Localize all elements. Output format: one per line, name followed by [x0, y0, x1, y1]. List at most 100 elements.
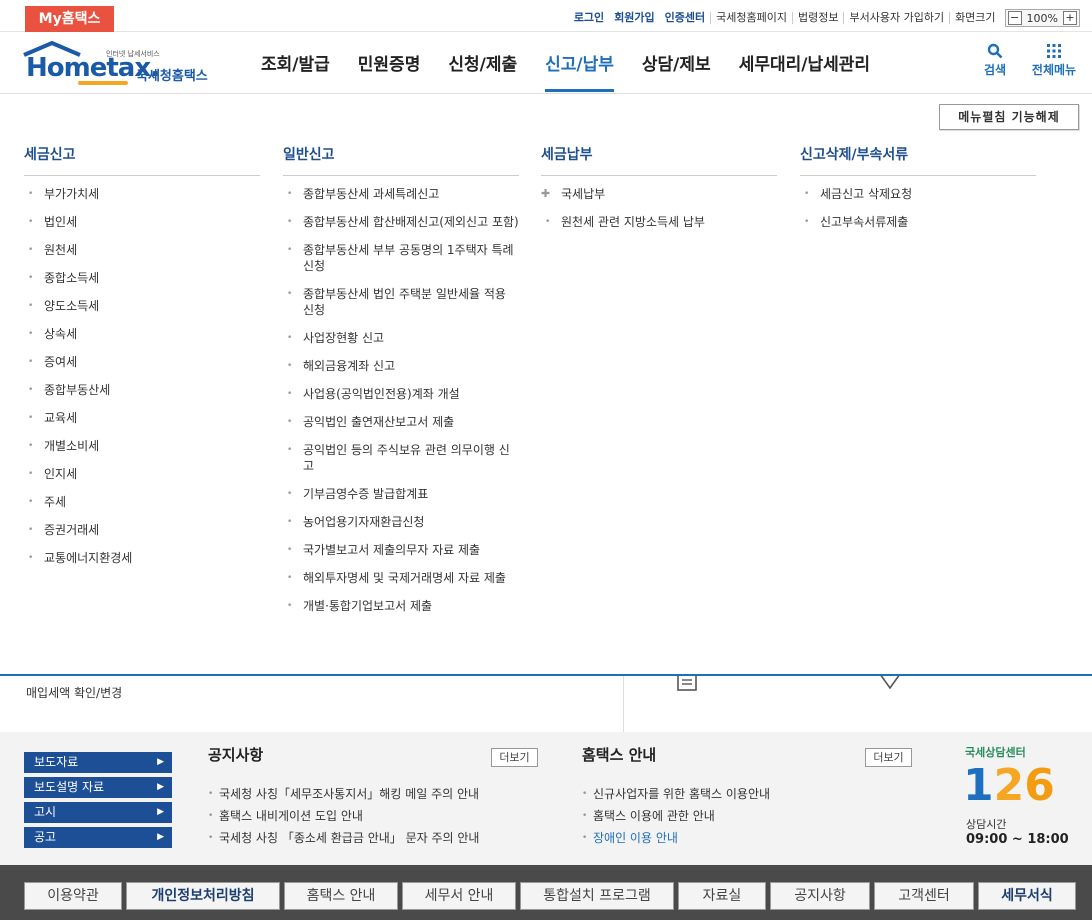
menu-item-stamp-tax[interactable]: 인지세: [24, 466, 260, 482]
logo-korean-name: 국세청홈택스: [136, 69, 208, 84]
utility-links: 로그인 회원가입 인증센터 국세청홈페이지 법령정보 부서사용자 가입하기 화면…: [569, 8, 1080, 28]
menu-item-corporate-tax[interactable]: 법인세: [24, 214, 260, 230]
number-digit-6: 6: [1024, 760, 1055, 811]
menu-item-income-tax[interactable]: 종합소득세: [24, 270, 260, 286]
arrow-right-icon: ▶: [157, 782, 164, 792]
utility-bar: My홈택스 로그인 회원가입 인증센터 국세청홈페이지 법령정보 부서사용자 가…: [0, 0, 1092, 32]
footer-library-button[interactable]: 자료실: [678, 882, 766, 910]
footer-hometax-guide-button[interactable]: 홈택스 안내: [284, 882, 398, 910]
consult-hours: 09:00 ~ 18:00: [966, 832, 1069, 847]
menu-col-title[interactable]: 일반신고: [283, 144, 519, 176]
diamond-icon: [879, 674, 901, 690]
menu-item-general[interactable]: 종합부동산세 과세특례신고: [283, 186, 519, 202]
footer-tax-office-button[interactable]: 세무서 안내: [402, 882, 516, 910]
menu-item-general[interactable]: 해외투자명세 및 국제거래명세 자료 제출: [283, 570, 519, 586]
notice-item[interactable]: 국세청 사칭「세무조사통지서」해킹 메일 주의 안내: [208, 783, 538, 805]
zoom-value: 100%: [1026, 11, 1058, 25]
menu-item-liquor-tax[interactable]: 주세: [24, 494, 260, 510]
menu-item-general[interactable]: 종합부동산세 부부 공동명의 1주택자 특례 신청: [283, 242, 519, 274]
footer-customer-center-button[interactable]: 고객센터: [874, 882, 974, 910]
menu-item-gift-tax[interactable]: 증여세: [24, 354, 260, 370]
nav-application[interactable]: 신청/제출: [434, 33, 531, 94]
zoom-control: − 100% +: [1004, 9, 1080, 27]
footer-privacy-button[interactable]: 개인정보처리방침: [126, 882, 280, 910]
screen-size-label: 화면크기: [949, 12, 1000, 24]
nav-tax-agent[interactable]: 세무대리/납세관리: [725, 33, 884, 94]
menu-item-general[interactable]: 종합부동산세 합산배제신고(제외신고 포함): [283, 214, 519, 230]
menu-col-tax-filing: 세금신고 부가가치세 법인세 원천세 종합소득세 양도소득세 상속세 증여세 종…: [24, 144, 260, 578]
menu-item-energy-tax[interactable]: 교통에너지환경세: [24, 550, 260, 566]
menu-fold-toggle-button[interactable]: 메뉴펼침 기능해제: [939, 104, 1079, 130]
menu-item-general[interactable]: 농어업용기자재환급신청: [283, 514, 519, 530]
guide-item[interactable]: 신규사업자를 위한 홈택스 이용안내: [582, 783, 912, 805]
all-menu-tool[interactable]: 전체메뉴: [1024, 41, 1084, 78]
menu-col-title[interactable]: 세금납부: [541, 144, 777, 176]
menu-item-general[interactable]: 개별·통합기업보고서 제출: [283, 598, 519, 614]
press-explanation-label: 보도설명 자료: [34, 780, 105, 794]
menu-item-general[interactable]: 해외금융계좌 신고: [283, 358, 519, 374]
footer-notices-button[interactable]: 공지사항: [770, 882, 870, 910]
menu-item-excise-tax[interactable]: 개별소비세: [24, 438, 260, 454]
signup-link[interactable]: 회원가입: [609, 12, 659, 24]
notification-button[interactable]: 고시 ▶: [24, 802, 172, 823]
hometax-logo[interactable]: Hometax. 인터넷 납세서비스 국세청홈택스: [22, 39, 232, 87]
logo-subtitle: 인터넷 납세서비스: [106, 50, 160, 58]
menu-col-deletion-attachments: 신고삭제/부속서류 세금신고 삭제요청 신고부속서류제출: [800, 144, 1036, 242]
menu-item-attachment-submission[interactable]: 신고부속서류제출: [800, 214, 1036, 230]
menu-item-securities-tax[interactable]: 증권거래세: [24, 522, 260, 538]
search-tool[interactable]: 검색: [978, 41, 1012, 78]
zoom-out-button[interactable]: −: [1007, 11, 1022, 25]
dept-user-signup-link[interactable]: 부서사용자 가입하기: [843, 12, 949, 24]
menu-col-title[interactable]: 신고삭제/부속서류: [800, 144, 1036, 176]
menu-item-general[interactable]: 기부금영수증 발급합계표: [283, 486, 519, 502]
notices-more-button[interactable]: 더보기: [491, 748, 538, 767]
guide-more-button[interactable]: 더보기: [865, 748, 912, 767]
nav-filing-payment[interactable]: 신고/납부: [531, 33, 628, 94]
login-link[interactable]: 로그인: [569, 12, 609, 24]
menu-item-general[interactable]: 사업장현황 신고: [283, 330, 519, 346]
nav-inquiry[interactable]: 조회/발급: [247, 33, 344, 94]
menu-item-general[interactable]: 공익법인 출연재산보고서 제출: [283, 414, 519, 430]
menu-item-withholding-tax[interactable]: 원천세: [24, 242, 260, 258]
menu-item-national-tax-payment[interactable]: 국세납부: [541, 186, 777, 202]
menu-item-inheritance-tax[interactable]: 상속세: [24, 326, 260, 342]
menu-item-general[interactable]: 국가별보고서 제출의무자 자료 제출: [283, 542, 519, 558]
press-buttons: 보도자료 ▶ 보도설명 자료 ▶ 고시 ▶ 공고 ▶: [24, 752, 172, 852]
consult-center-126[interactable]: 국세상담센터 1 2 6 상담시간 09:00 ~ 18:00: [963, 744, 1083, 854]
menu-item-property-tax[interactable]: 종합부동산세: [24, 382, 260, 398]
nts-homepage-link[interactable]: 국세청홈페이지: [710, 12, 792, 24]
site-header: Hometax. 인터넷 납세서비스 국세청홈택스 조회/발급 민원증명 신청/…: [0, 33, 1092, 94]
guide-item-accessibility[interactable]: 장애인 이용 안내: [582, 827, 912, 849]
menu-item-filing-deletion-request[interactable]: 세금신고 삭제요청: [800, 186, 1036, 202]
menu-col-title[interactable]: 세금신고: [24, 144, 260, 176]
arrow-right-icon: ▶: [157, 757, 164, 767]
my-hometax-button[interactable]: My홈택스: [25, 6, 114, 32]
press-explanation-button[interactable]: 보도설명 자료 ▶: [24, 777, 172, 798]
menu-item-local-income-tax-payment[interactable]: 원천세 관련 지방소득세 납부: [541, 214, 777, 230]
arrow-right-icon: ▶: [157, 807, 164, 817]
cert-center-link[interactable]: 인증센터: [660, 12, 710, 24]
all-menu-label: 전체메뉴: [1031, 63, 1077, 77]
purchase-tax-link[interactable]: 매입세액 확인/변경: [26, 684, 122, 701]
announcement-button[interactable]: 공고 ▶: [24, 827, 172, 848]
menu-item-general[interactable]: 공익법인 등의 주식보유 관련 의무이행 신고: [283, 442, 519, 474]
zoom-in-button[interactable]: +: [1063, 11, 1077, 25]
footer-install-program-button[interactable]: 통합설치 프로그램: [520, 882, 674, 910]
guide-item[interactable]: 홈택스 이용에 관한 안내: [582, 805, 912, 827]
law-info-link[interactable]: 법령정보: [792, 12, 843, 24]
menu-item-education-tax[interactable]: 교육세: [24, 410, 260, 426]
menu-item-general[interactable]: 종합부동산세 법인 주택분 일반세율 적용 신청: [283, 286, 519, 318]
nav-certificate[interactable]: 민원증명: [344, 33, 435, 94]
menu-item-vat[interactable]: 부가가치세: [24, 186, 260, 202]
menu-item-capital-gains-tax[interactable]: 양도소득세: [24, 298, 260, 314]
press-release-button[interactable]: 보도자료 ▶: [24, 752, 172, 773]
notice-item[interactable]: 홈택스 내비게이션 도입 안내: [208, 805, 538, 827]
footer-terms-button[interactable]: 이용약관: [24, 882, 122, 910]
menu-col-tax-payment: 세금납부 국세납부 원천세 관련 지방소득세 납부: [541, 144, 777, 242]
mega-menu-filing-payment: 메뉴펼침 기능해제 세금신고 부가가치세 법인세 원천세 종합소득세 양도소득세…: [0, 94, 1092, 676]
notice-item[interactable]: 국세청 사칭 「종소세 환급금 안내」 문자 주의 안내: [208, 827, 538, 849]
footer-tax-forms-button[interactable]: 세무서식: [978, 882, 1076, 910]
notices-box: 공지사항 더보기 국세청 사칭「세무조사통지서」해킹 메일 주의 안내 홈택스 …: [208, 744, 538, 849]
nav-consult[interactable]: 상담/제보: [628, 33, 725, 94]
menu-item-general[interactable]: 사업용(공익법인전용)계좌 개설: [283, 386, 519, 402]
